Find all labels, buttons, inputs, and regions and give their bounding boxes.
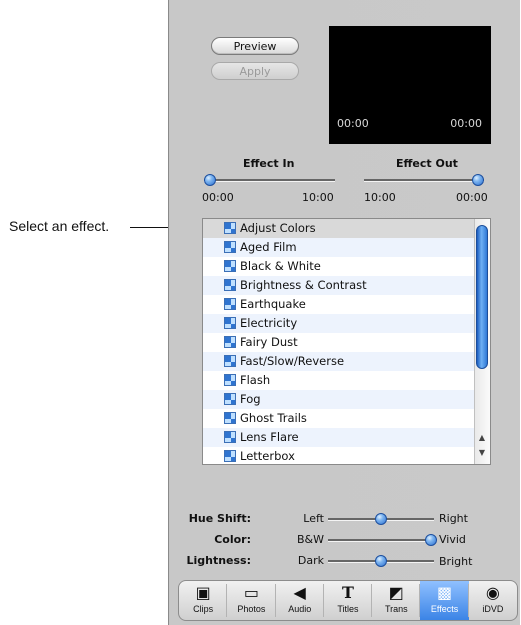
tab-label: Photos: [237, 604, 266, 614]
effect-in-knob[interactable]: [204, 174, 216, 186]
effect-in-start: 00:00: [202, 191, 234, 204]
effect-icon: [224, 298, 236, 310]
effects-list[interactable]: Adjust Colors Aged Film Black & White Brigh…: [202, 218, 491, 465]
effect-name: Letterbox: [240, 449, 295, 463]
effect-out-track[interactable]: [364, 179, 484, 182]
tab-clips[interactable]: ▣ Clips: [179, 581, 228, 620]
control-label: Color:: [214, 533, 251, 546]
control-min-label: Left: [303, 512, 324, 525]
effect-icon: [224, 260, 236, 272]
tab-photos[interactable]: ▭ Photos: [227, 581, 276, 620]
effect-in-label: Effect In: [243, 157, 295, 170]
effect-list-item[interactable]: Adjust Colors: [203, 219, 475, 238]
control-slider-knob[interactable]: [375, 513, 387, 525]
effect-list-item[interactable]: Fog: [203, 390, 475, 409]
effect-list-item[interactable]: Black & White: [203, 257, 475, 276]
tab-label: Clips: [193, 604, 214, 614]
effect-name: Lens Flare: [240, 430, 299, 444]
effect-in-end: 10:00: [302, 191, 334, 204]
transitions-icon: ◩: [388, 583, 404, 602]
effect-icon: [224, 222, 236, 234]
effect-name: Brightness & Contrast: [240, 278, 367, 292]
photos-icon: ▭: [243, 583, 259, 602]
effect-icon: [224, 317, 236, 329]
scrollbar-thumb[interactable]: [476, 225, 488, 369]
tab-titles[interactable]: T Titles: [324, 581, 373, 620]
idvd-icon: ◉: [485, 583, 500, 602]
callout-label: Select an effect.: [9, 218, 110, 234]
control-slider-knob[interactable]: [425, 534, 437, 546]
effect-list-item[interactable]: Flash: [203, 371, 475, 390]
pane-tab-bar: ▣ Clips ▭ Photos ◀ Audio T Titles ◩ Trans ▩ Effects…: [178, 580, 518, 621]
control-max-label: Bright: [439, 555, 473, 568]
effect-icon: [224, 241, 236, 253]
effect-icon: [224, 412, 236, 424]
effect-list-item[interactable]: Fairy Dust: [203, 333, 475, 352]
tab-idvd[interactable]: ◉ iDVD: [469, 581, 517, 620]
clips-icon: ▣: [195, 583, 211, 602]
panel-edge: [168, 0, 169, 625]
preview-button[interactable]: Preview: [211, 37, 299, 55]
control-min-label: Dark: [297, 554, 324, 567]
effect-name: Earthquake: [240, 297, 306, 311]
effect-name: Electricity: [240, 316, 298, 330]
titles-icon: T: [342, 583, 354, 602]
effect-name: Fog: [240, 392, 261, 406]
scroll-up-icon[interactable]: ▲: [474, 433, 490, 442]
tab-label: Trans: [384, 604, 408, 614]
effect-icon: [224, 336, 236, 348]
effect-icon: [224, 450, 236, 462]
effect-icon: [224, 279, 236, 291]
effect-list-item[interactable]: Lens Flare: [203, 428, 475, 447]
effect-out-end: 00:00: [456, 191, 488, 204]
effect-icon: [224, 374, 236, 386]
effect-icon: [224, 431, 236, 443]
control-slider-track[interactable]: [328, 539, 434, 542]
tab-effects[interactable]: ▩ Effects: [420, 581, 469, 620]
control-max-label: Right: [439, 512, 468, 525]
effect-out-knob[interactable]: [472, 174, 484, 186]
control-slider-knob[interactable]: [375, 555, 387, 567]
control-label: Hue Shift:: [188, 512, 251, 525]
tab-label: Titles: [337, 604, 359, 614]
effect-name: Flash: [240, 373, 271, 387]
effect-in-track[interactable]: [204, 179, 335, 182]
apply-button[interactable]: Apply: [211, 62, 299, 80]
preview-time-right: 00:00: [450, 117, 482, 130]
effect-icon: [224, 355, 236, 367]
preview-monitor: 00:00 00:00: [329, 26, 491, 144]
effect-name: Ghost Trails: [240, 411, 307, 425]
tab-label: Audio: [288, 604, 312, 614]
tab-label: Effects: [430, 604, 459, 614]
effect-icon: [224, 393, 236, 405]
effect-list-item[interactable]: Brightness & Contrast: [203, 276, 475, 295]
tab-audio[interactable]: ◀ Audio: [276, 581, 324, 620]
control-min-label: B&W: [296, 533, 324, 546]
effect-list-item[interactable]: Earthquake: [203, 295, 475, 314]
effects-icon: ▩: [437, 583, 453, 602]
effect-name: Fast/Slow/Reverse: [240, 354, 345, 368]
effect-list-item[interactable]: Electricity: [203, 314, 475, 333]
tab-trans[interactable]: ◩ Trans: [372, 581, 421, 620]
control-max-label: Vivid: [439, 533, 466, 546]
effect-list-item[interactable]: Ghost Trails: [203, 409, 475, 428]
tab-label: iDVD: [482, 604, 504, 614]
effect-out-start: 10:00: [364, 191, 396, 204]
control-label: Lightness:: [186, 554, 251, 567]
effect-list-item[interactable]: Letterbox: [203, 447, 475, 464]
audio-icon: ◀: [293, 583, 306, 602]
effect-list-item[interactable]: Fast/Slow/Reverse: [203, 352, 475, 371]
preview-time-left: 00:00: [337, 117, 369, 130]
effect-name: Adjust Colors: [240, 221, 316, 235]
scroll-down-icon[interactable]: ▼: [474, 448, 490, 457]
effect-name: Black & White: [240, 259, 321, 273]
effect-out-label: Effect Out: [396, 157, 458, 170]
effect-name: Aged Film: [240, 240, 297, 254]
effect-list-item[interactable]: Aged Film: [203, 238, 475, 257]
effect-name: Fairy Dust: [240, 335, 298, 349]
